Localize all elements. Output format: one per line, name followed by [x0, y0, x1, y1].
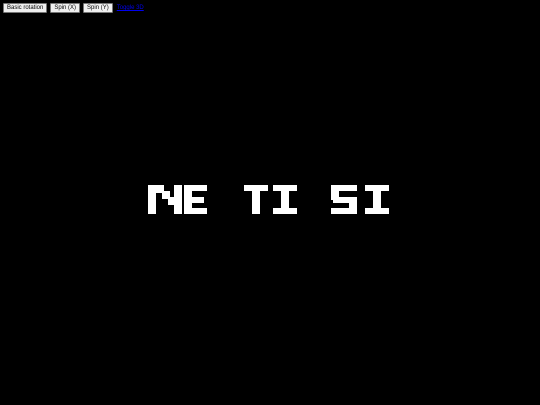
pixel-text-display	[148, 185, 389, 214]
pixel-word-ti	[244, 185, 297, 214]
pixel-word-si	[331, 185, 389, 214]
render-canvas[interactable]	[0, 0, 540, 405]
pixel-word-ne	[148, 185, 207, 214]
